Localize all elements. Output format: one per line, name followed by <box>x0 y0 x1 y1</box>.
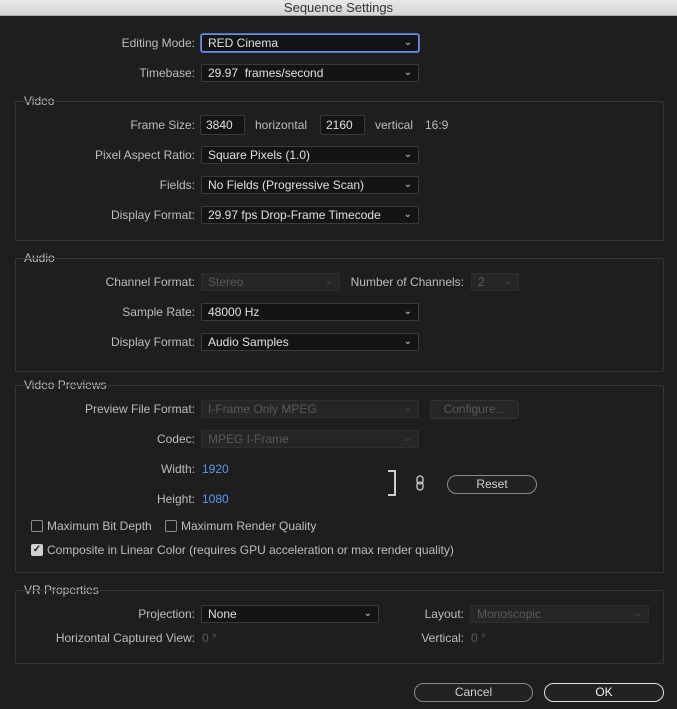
pixel-aspect-value: Square Pixels (1.0) <box>208 148 311 162</box>
vr-vertical-value[interactable]: 0 ° <box>471 628 486 648</box>
video-display-format-value: 29.97 fps Drop-Frame Timecode <box>208 208 381 222</box>
preview-format-dropdown[interactable]: I-Frame Only MPEG ⌄ <box>201 400 419 418</box>
timebase-label: Timebase: <box>139 66 195 80</box>
channel-format-value: Stereo <box>208 275 244 289</box>
channel-format-dropdown[interactable]: Stereo ⌄ <box>201 273 340 291</box>
composite-linear-label: Composite in Linear Color (requires GPU … <box>47 543 454 557</box>
codec-dropdown[interactable]: MPEG I-Frame ⌄ <box>201 430 419 448</box>
height-label: Height: <box>156 492 195 506</box>
num-channels-label: Number of Channels: <box>350 275 464 289</box>
chevron-down-icon: ⌄ <box>363 608 372 619</box>
chevron-down-icon: ⌄ <box>403 403 412 414</box>
reset-button[interactable]: Reset <box>447 475 537 494</box>
title-bar: Sequence Settings <box>0 0 677 16</box>
chevron-down-icon: ⌄ <box>403 179 412 190</box>
composite-linear-checkbox[interactable]: ✓ <box>31 544 43 556</box>
timebase-value: 29.97 frames/second <box>208 66 324 80</box>
cancel-button[interactable]: Cancel <box>414 683 533 702</box>
layout-dropdown[interactable]: Monoscopic ⌄ <box>470 605 649 623</box>
chevron-down-icon: ⌄ <box>403 306 412 317</box>
num-channels-dropdown[interactable]: 2 ⌄ <box>471 273 519 291</box>
chevron-down-icon: ⌄ <box>324 276 333 287</box>
pixel-aspect-label: Pixel Aspect Ratio: <box>94 148 195 162</box>
frame-size-label: Frame Size: <box>130 118 195 132</box>
window-title: Sequence Settings <box>283 0 394 15</box>
ok-button[interactable]: OK <box>544 683 664 702</box>
layout-label: Layout: <box>424 607 464 621</box>
sample-rate-value: 48000 Hz <box>208 305 260 319</box>
max-render-quality-label: Maximum Render Quality <box>181 519 317 533</box>
video-display-format-label: Display Format: <box>110 208 195 222</box>
num-channels-value: 2 <box>478 275 485 289</box>
codec-value: MPEG I-Frame <box>208 432 289 446</box>
chevron-down-icon: ⌄ <box>403 67 412 78</box>
layout-value: Monoscopic <box>477 607 542 621</box>
video-display-format-dropdown[interactable]: 29.97 fps Drop-Frame Timecode ⌄ <box>201 206 419 224</box>
audio-display-format-value: Audio Samples <box>208 335 289 349</box>
editing-mode-value: RED Cinema <box>208 36 279 50</box>
vertical-label: vertical <box>375 118 414 132</box>
projection-dropdown[interactable]: None ⌄ <box>201 605 379 623</box>
vr-vertical-label: Vertical: <box>421 631 464 645</box>
width-value[interactable]: 1920 <box>202 459 229 479</box>
editing-mode-label: Editing Mode: <box>121 36 195 50</box>
constrain-bracket <box>388 470 396 496</box>
preview-format-value: I-Frame Only MPEG <box>208 402 317 416</box>
sample-rate-label: Sample Rate: <box>122 305 195 319</box>
channel-format-label: Channel Format: <box>105 275 195 289</box>
chevron-down-icon: ⌄ <box>403 149 412 160</box>
chevron-down-icon: ⌄ <box>503 276 512 287</box>
configure-button[interactable]: Configure... <box>430 400 519 419</box>
chevron-down-icon: ⌄ <box>403 336 412 347</box>
horizontal-label: horizontal <box>255 118 308 132</box>
max-bit-depth-checkbox[interactable] <box>31 520 43 532</box>
projection-label: Projection: <box>138 607 195 621</box>
width-label: Width: <box>160 462 195 476</box>
frame-width-input[interactable]: 3840 <box>200 115 245 135</box>
chevron-down-icon: ⌄ <box>403 37 412 48</box>
preview-format-label: Preview File Format: <box>84 402 195 416</box>
max-bit-depth-label: Maximum Bit Depth <box>47 519 152 533</box>
audio-display-format-dropdown[interactable]: Audio Samples ⌄ <box>201 333 419 351</box>
hcv-value[interactable]: 0 ° <box>202 628 217 648</box>
fields-value: No Fields (Progressive Scan) <box>208 178 365 192</box>
hcv-label: Horizontal Captured View: <box>55 631 195 645</box>
chevron-down-icon: ⌄ <box>403 209 412 220</box>
fields-label: Fields: <box>159 178 195 192</box>
height-value[interactable]: 1080 <box>202 489 229 509</box>
chevron-down-icon: ⌄ <box>633 608 642 619</box>
sample-rate-dropdown[interactable]: 48000 Hz ⌄ <box>201 303 419 321</box>
fields-dropdown[interactable]: No Fields (Progressive Scan) ⌄ <box>201 176 419 194</box>
audio-display-format-label: Display Format: <box>110 335 195 349</box>
editing-mode-dropdown[interactable]: RED Cinema ⌄ <box>201 34 419 52</box>
vr-group <box>15 590 664 664</box>
max-render-quality-checkbox[interactable] <box>165 520 177 532</box>
projection-value: None <box>208 607 237 621</box>
aspect-ratio-text: 16:9 <box>425 118 449 132</box>
codec-label: Codec: <box>156 432 195 446</box>
pixel-aspect-dropdown[interactable]: Square Pixels (1.0) ⌄ <box>201 146 419 164</box>
timebase-dropdown[interactable]: 29.97 frames/second ⌄ <box>201 64 419 82</box>
frame-height-input[interactable]: 2160 <box>320 115 365 135</box>
link-icon[interactable] <box>415 475 425 491</box>
chevron-down-icon: ⌄ <box>403 433 412 444</box>
